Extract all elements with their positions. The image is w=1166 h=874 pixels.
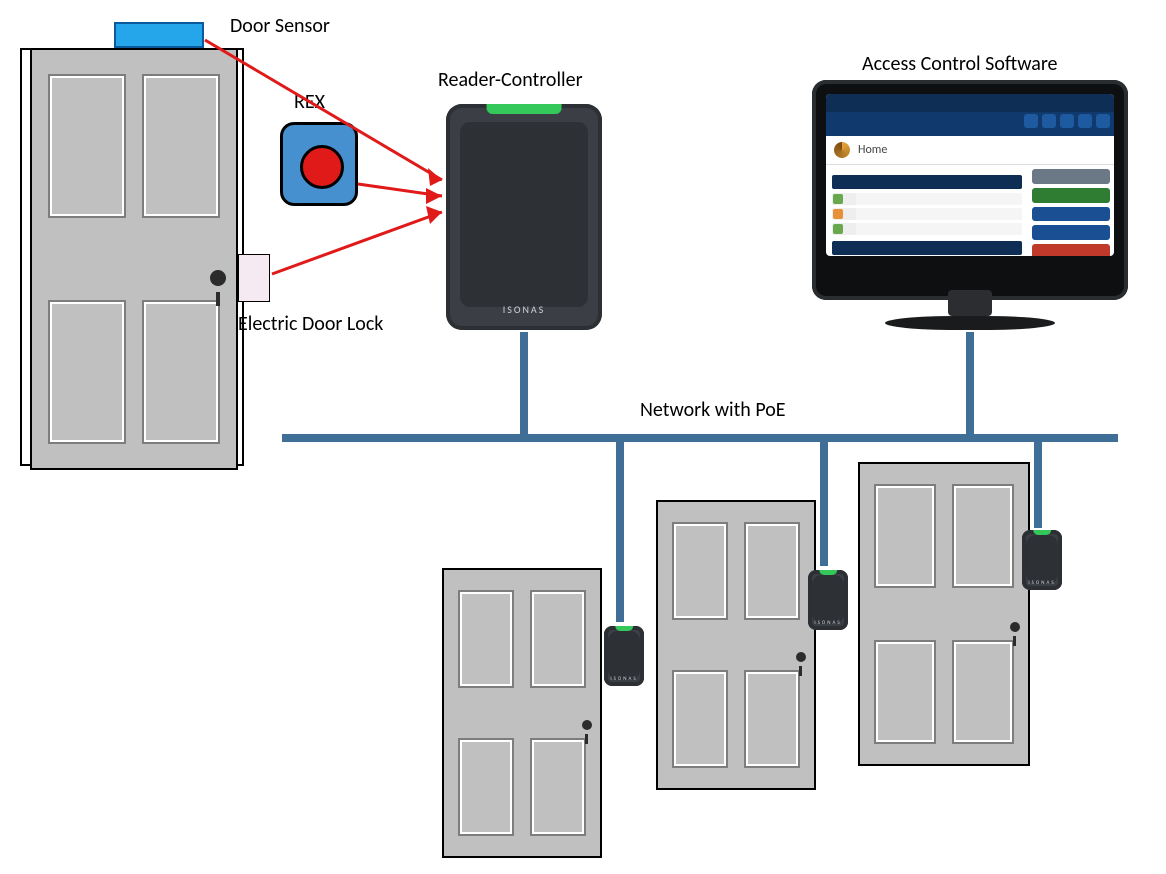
rex-button [280,122,358,206]
small-door [656,500,816,790]
small-reader: ISONAS [808,570,848,630]
label-rex: REX [294,90,325,114]
status-card [1032,244,1110,256]
status-card [1032,207,1110,222]
network-drop [966,332,974,434]
door-sensor [114,22,204,48]
label-access-software: Access Control Software [862,52,1058,76]
door-knob [210,270,226,286]
status-card [1032,188,1110,203]
small-reader: ISONAS [1022,530,1062,590]
network-drop [820,442,828,566]
label-reader-controller: Reader-Controller [438,68,583,92]
network-drop [1034,442,1042,528]
monitor: Home [812,80,1128,330]
home-icon [834,142,850,158]
status-card [1032,169,1110,184]
small-door [442,568,602,858]
network-drop [520,332,528,434]
status-card [1032,225,1110,240]
electric-door-lock [238,254,270,302]
main-door [20,48,244,466]
network-backbone [282,434,1118,442]
label-network: Network with PoE [640,398,786,422]
reader-led-icon [487,104,562,114]
label-door-sensor: Door Sensor [230,14,330,38]
reader-brand: ISONAS [446,303,602,316]
rex-push-icon [300,145,344,189]
network-drop [616,442,624,622]
small-door [858,462,1030,766]
label-electric-lock: Electric Door Lock [238,312,398,336]
access-control-software: Home [826,94,1114,256]
small-reader: ISONAS [604,626,644,686]
reader-controller: ISONAS [446,104,602,330]
